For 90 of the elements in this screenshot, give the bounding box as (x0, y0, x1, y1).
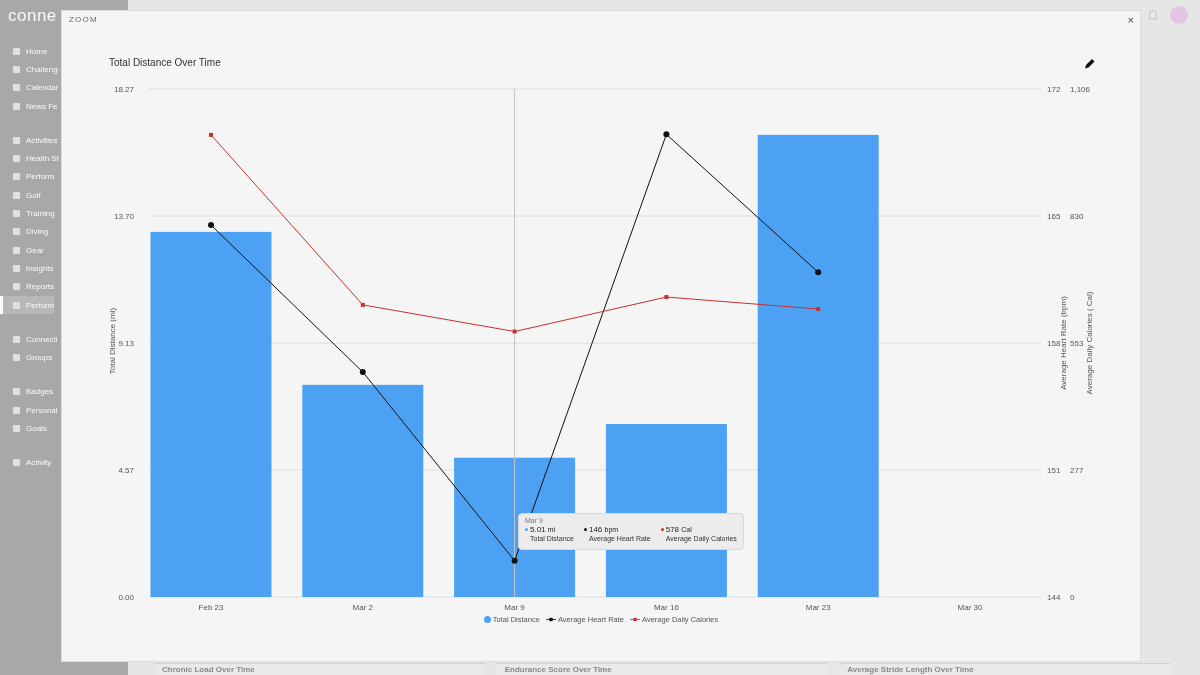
axis-tick-label: 158 (1047, 339, 1061, 348)
dot-icon (660, 528, 664, 531)
data-point (209, 132, 213, 137)
axis-tick-label: Mar 30 (957, 603, 983, 612)
axis-tick-label: 4.57 (118, 465, 134, 475)
square-icon (12, 334, 21, 344)
axis-tick-label: Mar 16 (653, 603, 679, 612)
line-marker-icon (630, 617, 641, 622)
nav-item[interactable]: Badges (0, 382, 54, 402)
axis-tick-label: 0.00 (118, 593, 134, 602)
axis-tick-label: 553 (1070, 339, 1084, 348)
nav-item[interactable]: Home (0, 42, 48, 61)
nav-item[interactable]: Groups (0, 348, 53, 367)
nav-item[interactable]: Training (0, 204, 55, 223)
square-icon (12, 458, 21, 468)
dot-icon (483, 616, 491, 623)
square-icon (12, 101, 21, 111)
nav-item[interactable]: Activities (0, 131, 58, 150)
axis-tick-label: 18.27 (113, 85, 134, 94)
square-icon (12, 83, 21, 93)
nav-item[interactable]: Activity (0, 453, 52, 472)
axis-tick-label: 165 (1047, 212, 1061, 221)
square-icon (12, 245, 21, 255)
nav-item[interactable]: Challeng (0, 60, 58, 79)
square-icon (12, 263, 21, 273)
square-icon (12, 209, 21, 218)
nav-item[interactable]: Gear (0, 240, 44, 260)
square-icon (12, 353, 21, 363)
square-icon (12, 424, 21, 433)
axis-tick-label: 1,106 (1070, 85, 1091, 94)
square-icon (12, 387, 21, 397)
square-icon (12, 135, 21, 145)
line-marker-icon (545, 617, 556, 622)
square-icon (12, 64, 21, 74)
axis-tick-label: Mar 23 (805, 603, 831, 612)
data-point (512, 329, 517, 334)
axis-tick-label: Mar 2 (352, 603, 374, 612)
card-title: Chronic Load Over Time (162, 665, 256, 674)
chart-title: Total Distance Over Time (109, 57, 221, 68)
nav-item[interactable]: Health St (0, 149, 59, 168)
data-point (664, 295, 669, 300)
dot-icon (525, 528, 528, 531)
pencil-icon[interactable] (1085, 59, 1095, 69)
card-title: Endurance Score Over Time (504, 665, 613, 674)
axis-title: Average Heart Rate (bpm) (1059, 296, 1068, 390)
axis-title: Average Daily Calories ( Cal) (1085, 291, 1094, 395)
data-point (663, 131, 670, 138)
nav-item[interactable]: Connecti (0, 330, 58, 349)
nav-item[interactable]: Goals (0, 419, 47, 438)
logo: conne (7, 6, 58, 26)
square-icon (12, 300, 21, 310)
data-point (511, 557, 518, 564)
dialog-title: ZOOM (69, 15, 98, 26)
card-title: Average Stride Length Over Time (847, 665, 975, 674)
axis-tick-label: 277 (1070, 465, 1084, 475)
axis-tick-label: 0 (1070, 593, 1075, 602)
nav-item[interactable]: Reports (0, 277, 54, 296)
square-icon (12, 154, 21, 164)
data-point (359, 369, 366, 376)
nav-item[interactable]: Perform (0, 295, 55, 315)
nav-item[interactable]: News Fe (0, 96, 58, 116)
data-point (208, 222, 214, 229)
dot-icon (583, 528, 587, 531)
nav-item[interactable]: Perform (0, 167, 55, 187)
avatar[interactable] (1170, 6, 1188, 24)
nav-item[interactable]: Golf (0, 186, 41, 205)
axis-tick-label: 151 (1047, 466, 1061, 475)
axis-tick-label: Mar 9 (504, 603, 525, 612)
nav-item[interactable]: Diving (0, 222, 49, 241)
nav-item[interactable]: Personal (0, 401, 58, 420)
square-icon (12, 46, 21, 56)
close-button[interactable]: × (1125, 15, 1136, 26)
nav-item[interactable]: Insights (0, 259, 54, 278)
data-point (815, 269, 822, 276)
axis-tick-label: 172 (1047, 85, 1061, 94)
nav-item[interactable]: Calendar (0, 78, 59, 97)
axis-tick-label: 13.70 (113, 212, 134, 222)
square-icon (12, 227, 21, 237)
data-point (360, 302, 365, 307)
data-point (816, 307, 821, 311)
axis-tick-label: 830 (1070, 211, 1084, 221)
square-icon (12, 405, 21, 415)
square-icon (12, 172, 21, 182)
axis-tick-label: Feb 23 (198, 603, 224, 612)
bell-icon[interactable] (1148, 8, 1158, 22)
axis-title: Total Distance (mi) (108, 307, 117, 375)
square-icon (12, 190, 21, 200)
square-icon (12, 282, 21, 292)
axis-tick-label: 9.13 (118, 339, 134, 349)
axis-tick-label: 144 (1047, 593, 1061, 602)
